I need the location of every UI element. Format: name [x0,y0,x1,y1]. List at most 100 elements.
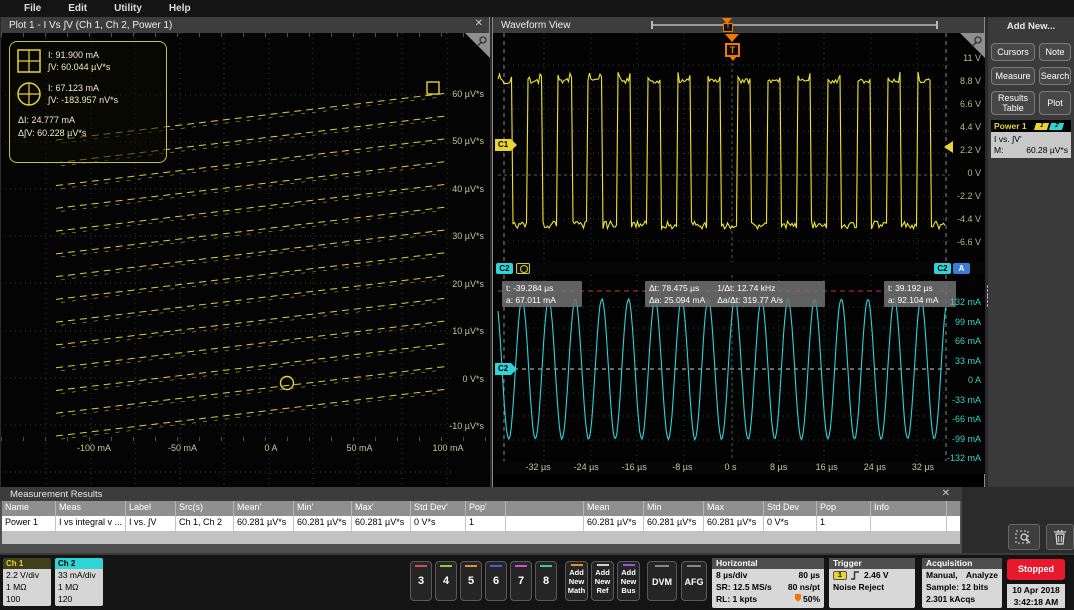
trigger-panel[interactable]: Trigger 1 2.46 V Noise Reject [829,558,915,608]
tick-label: 66 mA [955,336,981,346]
power1-badge[interactable]: Power 1 1 2 I vs. ∫V' M: 60.28 µV*s [991,120,1071,158]
menu-file[interactable]: File [24,3,41,14]
inspect-magnifier-icon [1015,529,1033,545]
tick-label: 8 µs [755,462,803,472]
tick-label: -66 mA [952,414,981,424]
tick-label: 0 A [241,443,301,453]
cursor-circle-badge[interactable] [516,263,530,274]
horizontal-title: Horizontal [712,558,824,569]
results-table-button[interactable]: Results Table [991,91,1035,115]
results-titlebar[interactable]: Measurement Results ✕ [0,487,962,501]
cursor-delta-readout: Δt: 78.475 µs Δa: 25.094 mA 1/Δt: 12.74 … [645,281,825,307]
menu-edit[interactable]: Edit [68,3,87,14]
ch1-y-axis-labels: 11 V8.8 V6.6 V4.4 V2.2 V0 V-2.2 V-4.4 V-… [957,53,981,247]
trash-button[interactable] [1046,524,1074,550]
menu-utility[interactable]: Utility [114,3,142,14]
power1-src2-icon: 2 [1048,123,1063,130]
cursor-b-readout: t: 39.192 µs a: 92.104 mA [884,281,956,307]
results-col: Src(s) [176,501,234,516]
cursor-a-badge[interactable]: A [953,263,970,274]
search-button[interactable]: Search [1039,67,1071,85]
cursors-button[interactable]: Cursors [991,43,1035,61]
xy-plot-area[interactable]: I: 91.900 mA ∫V: 60.044 µV*s I: 67.123 m… [1,33,490,487]
results-col: Std Dev [764,501,817,516]
trigger-level-arrow-icon[interactable] [944,141,953,153]
horizontal-position: 50% [803,594,820,604]
tick-label: 0 V [967,168,981,178]
results-cell [871,516,947,531]
ch1-waveform-grid[interactable]: T C1 11 V8.8 V6.6 V4.4 V2.2 V0 V-2.2 V-4… [494,33,985,262]
waveform-view-panel: Waveform View T T C1 11 V8.8 V6.6 V4.4 V… [492,17,985,487]
power1-measure-label: I vs. ∫V' [994,134,1068,145]
trash-icon [1053,529,1067,545]
results-data-row[interactable]: Power 1I vs integral v ...I vs. ∫VCh 1, … [2,516,960,531]
results-col: Label [126,501,176,516]
ch1-badge[interactable]: Ch 1 2.2 V/div 1 MΩ 100 MHzBw [3,558,51,606]
tick-label: 0 V*s [462,374,484,384]
cursor-readout-box: I: 91.900 mA ∫V: 60.044 µV*s I: 67.123 m… [9,41,167,163]
tick-label: -4.4 V [957,214,981,224]
ch2-badge[interactable]: Ch 2 33 mA/div 1 MΩ 120 MHzBw [55,558,103,606]
menu-help[interactable]: Help [169,3,191,14]
channel-button-3[interactable]: 3 [410,561,432,601]
tick-label: 0 A [968,375,981,385]
record-length: RL: 1 kpts [716,593,757,605]
delta-current: ΔI: 24.777 mA [18,114,160,127]
results-col: Mean' [234,501,294,516]
cursor-a-amplitude: a: 67.011 mA [506,294,578,306]
channel-button-5[interactable]: 5 [460,561,482,601]
run-stop-status[interactable]: Stopped [1007,559,1065,580]
dvm-button[interactable]: DVM [647,561,677,601]
tick-label: -10 µV*s [449,421,484,431]
menu-bar: File Edit Utility Help [0,0,1074,17]
trigger-flag[interactable]: T [725,43,740,57]
xy-plot-title: Plot 1 - I Vs ∫V (Ch 1, Ch 2, Power 1) [9,20,172,31]
waveform-titlebar[interactable]: Waveform View T [493,17,984,33]
inspect-button[interactable] [1008,524,1040,550]
acquisition-panel[interactable]: Acquisition Manual,Analyze Sample: 12 bi… [922,558,1002,608]
waveform-x-axis: -32 µs-24 µs-16 µs-8 µs0 s8 µs16 µs24 µs… [494,461,985,474]
tick-label: -33 mA [952,395,981,405]
tick-label: -24 µs [562,462,610,472]
close-icon[interactable]: ✕ [475,18,483,29]
trigger-position-marker[interactable]: T [723,23,733,32]
channel-button-4[interactable]: 4 [435,561,457,601]
results-col: Max [704,501,764,516]
sample-interval: 80 ns/pt [788,581,820,593]
channel-button-6[interactable]: 6 [485,561,507,601]
sidebar: Add New... Cursors Note Measure Search R… [988,17,1074,487]
tick-label: 132 mA [950,297,981,307]
add-new-math-button[interactable]: Add New Math [565,561,588,601]
cursor-source-badge-right[interactable]: C2 [934,263,951,274]
channel-button-7[interactable]: 7 [510,561,532,601]
channel-button-8[interactable]: 8 [535,561,557,601]
measure-button[interactable]: Measure [991,67,1035,85]
tick-label: 60 µV*s [452,89,484,99]
add-new-ref-button[interactable]: Add New Ref [591,561,614,601]
note-button[interactable]: Note [1039,43,1071,61]
tick-label: 33 mA [955,356,981,366]
acq-count: 2.301 kAcqs [922,593,1002,605]
cursor2-integral: ∫V: -183.957 nV*s [48,94,118,106]
afg-button[interactable]: AFG [681,561,707,601]
results-cell: 0 V*s [411,516,466,531]
tick-label: 10 µV*s [452,326,484,336]
tick-label: -99 mA [952,434,981,444]
trigger-arrow-icon [725,34,739,42]
plot-button[interactable]: Plot [1039,91,1071,115]
ch2-waveform-grid[interactable]: C2 t: -39.284 µs a: 67.011 mA Δt: 78.475… [494,275,985,461]
horizontal-pan-bar[interactable] [651,24,938,26]
cursor1-current: I: 91.900 mA [48,49,110,61]
xy-x-axis-labels: -100 mA-50 mA0 A50 mA100 mA [64,443,478,453]
power1-m-value: 60.28 µV*s [1026,145,1068,156]
xy-plot-titlebar[interactable]: Plot 1 - I Vs ∫V (Ch 1, Ch 2, Power 1) ✕ [1,17,489,33]
tick-label: 20 µV*s [452,279,484,289]
cursor-badge-row: C2 C2 A [494,262,985,275]
results-close-icon[interactable]: ✕ [942,488,950,499]
horizontal-panel[interactable]: Horizontal 8 µs/div80 µs SR: 12.5 MS/s80… [712,558,824,608]
add-new-bus-button[interactable]: Add New Bus [617,561,640,601]
results-cell: 0 V*s [764,516,817,531]
cursor-a-time: t: -39.284 µs [506,282,578,294]
ch1-bandwidth: 100 MHz [6,594,23,606]
cursor-source-badge[interactable]: C2 [496,263,513,274]
